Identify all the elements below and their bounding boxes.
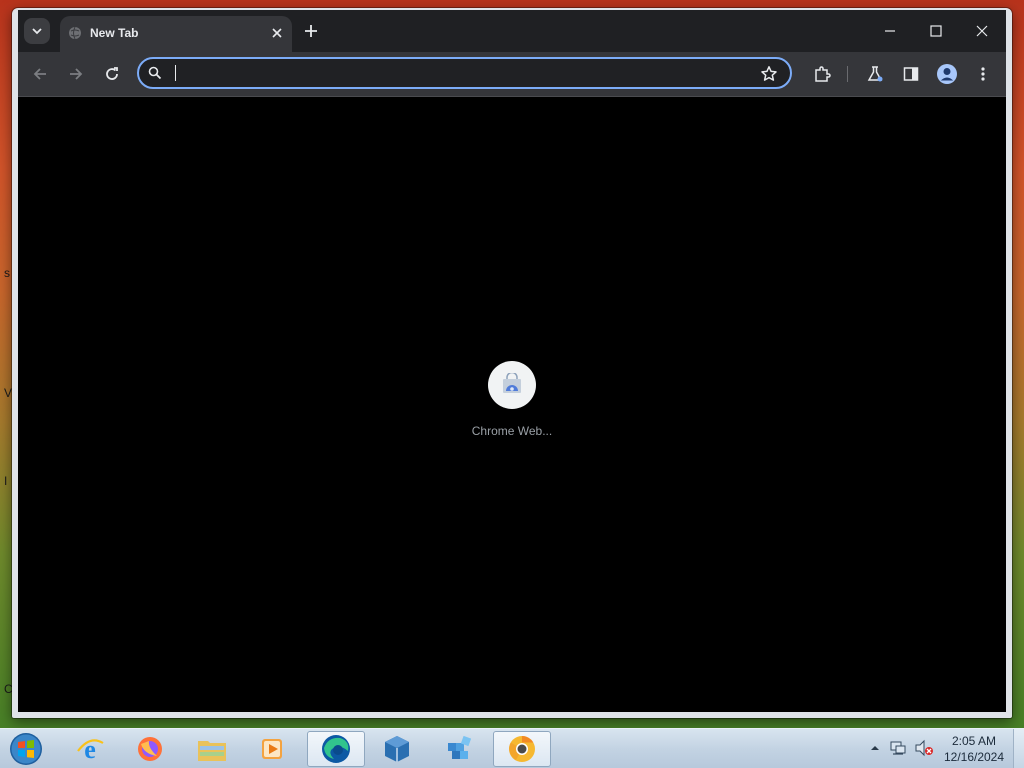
profile-button[interactable] — [933, 60, 961, 88]
minimize-icon — [885, 30, 895, 32]
side-panel-button[interactable] — [897, 60, 925, 88]
maximize-button[interactable] — [914, 16, 958, 46]
taskbar-app-virtualbox[interactable] — [368, 731, 426, 767]
address-input[interactable] — [173, 63, 747, 85]
folder-icon — [198, 741, 226, 761]
tab-new-tab[interactable]: New Tab — [60, 16, 292, 52]
new-tab-page: Chrome Web... — [18, 97, 1006, 712]
desktop-icon-label-fragment: I — [4, 474, 8, 488]
volume-tray-icon[interactable] — [914, 739, 934, 762]
taskbar: e 2:05 AM 12/16/2024 — [0, 728, 1024, 768]
globe-icon — [68, 26, 82, 45]
more-vert-icon — [981, 67, 985, 81]
reload-icon — [106, 67, 118, 80]
back-button[interactable] — [26, 60, 54, 88]
close-tab-button[interactable] — [268, 24, 286, 42]
shortcut-label: Chrome Web... — [471, 424, 553, 438]
browser-frame: New Tab Chrome Web... — [18, 10, 1006, 712]
registry-editor-icon — [448, 735, 472, 759]
taskbar-app-edge[interactable] — [307, 731, 365, 767]
flask-icon — [867, 66, 883, 82]
volume-muted-icon — [915, 739, 933, 757]
desktop-icon-label-fragment: V — [4, 386, 13, 400]
shortcut-tile-chrome-web-store[interactable]: Chrome Web... — [458, 361, 566, 438]
arrow-right-icon — [70, 68, 83, 80]
chevron-down-icon — [32, 28, 42, 35]
taskbar-app-chrome[interactable] — [493, 731, 551, 767]
toolbar-divider — [847, 66, 848, 82]
labs-button[interactable] — [861, 60, 889, 88]
network-icon — [890, 741, 906, 755]
firefox-icon — [138, 737, 162, 761]
side-panel-icon — [903, 67, 919, 81]
menu-button[interactable] — [969, 60, 997, 88]
address-bar[interactable] — [137, 57, 792, 89]
tab-title: New Tab — [90, 26, 139, 40]
chevron-up-icon — [871, 746, 879, 750]
media-player-icon — [262, 739, 282, 759]
bookmark-star-icon[interactable] — [760, 65, 778, 88]
tab-search-button[interactable] — [24, 18, 50, 44]
maximize-icon — [930, 25, 942, 37]
taskbar-app-file-explorer[interactable] — [183, 731, 241, 767]
taskbar-app-firefox[interactable] — [121, 731, 179, 767]
clock-date: 12/16/2024 — [943, 750, 1005, 764]
search-icon — [148, 66, 162, 85]
extensions-button[interactable] — [808, 60, 836, 88]
browser-window: New Tab Chrome Web... — [12, 8, 1012, 718]
desktop-icon-label-fragment: s — [4, 266, 10, 280]
text-caret — [175, 65, 176, 81]
close-icon — [976, 25, 988, 37]
edge-icon — [322, 735, 350, 763]
system-clock[interactable]: 2:05 AM 12/16/2024 — [938, 733, 1010, 765]
close-window-button[interactable] — [960, 16, 1004, 46]
puzzle-icon — [815, 66, 831, 82]
internet-explorer-icon: e — [77, 735, 104, 764]
avatar-icon — [937, 64, 957, 84]
reload-button[interactable] — [98, 60, 126, 88]
taskbar-app-internet-explorer[interactable]: e — [61, 731, 119, 767]
chrome-web-store-icon — [488, 361, 536, 409]
plus-icon — [305, 25, 317, 37]
title-bar[interactable]: New Tab — [18, 10, 1006, 52]
new-tab-button[interactable] — [300, 20, 322, 42]
chrome-canary-icon — [509, 735, 535, 762]
show-desktop-button[interactable] — [1013, 729, 1024, 768]
close-icon — [272, 28, 282, 38]
clock-time: 2:05 AM — [951, 734, 997, 748]
taskbar-app-media-player[interactable] — [243, 731, 301, 767]
windows-logo-icon — [10, 733, 42, 765]
arrow-left-icon — [33, 68, 46, 80]
network-tray-icon[interactable] — [889, 739, 907, 762]
start-button[interactable] — [6, 729, 46, 768]
browser-toolbar — [18, 52, 1006, 97]
minimize-button[interactable] — [868, 16, 912, 46]
show-hidden-icons-button[interactable] — [870, 739, 880, 762]
virtualbox-icon — [385, 736, 409, 762]
taskbar-app-registry-editor[interactable] — [431, 731, 489, 767]
forward-button[interactable] — [62, 60, 90, 88]
